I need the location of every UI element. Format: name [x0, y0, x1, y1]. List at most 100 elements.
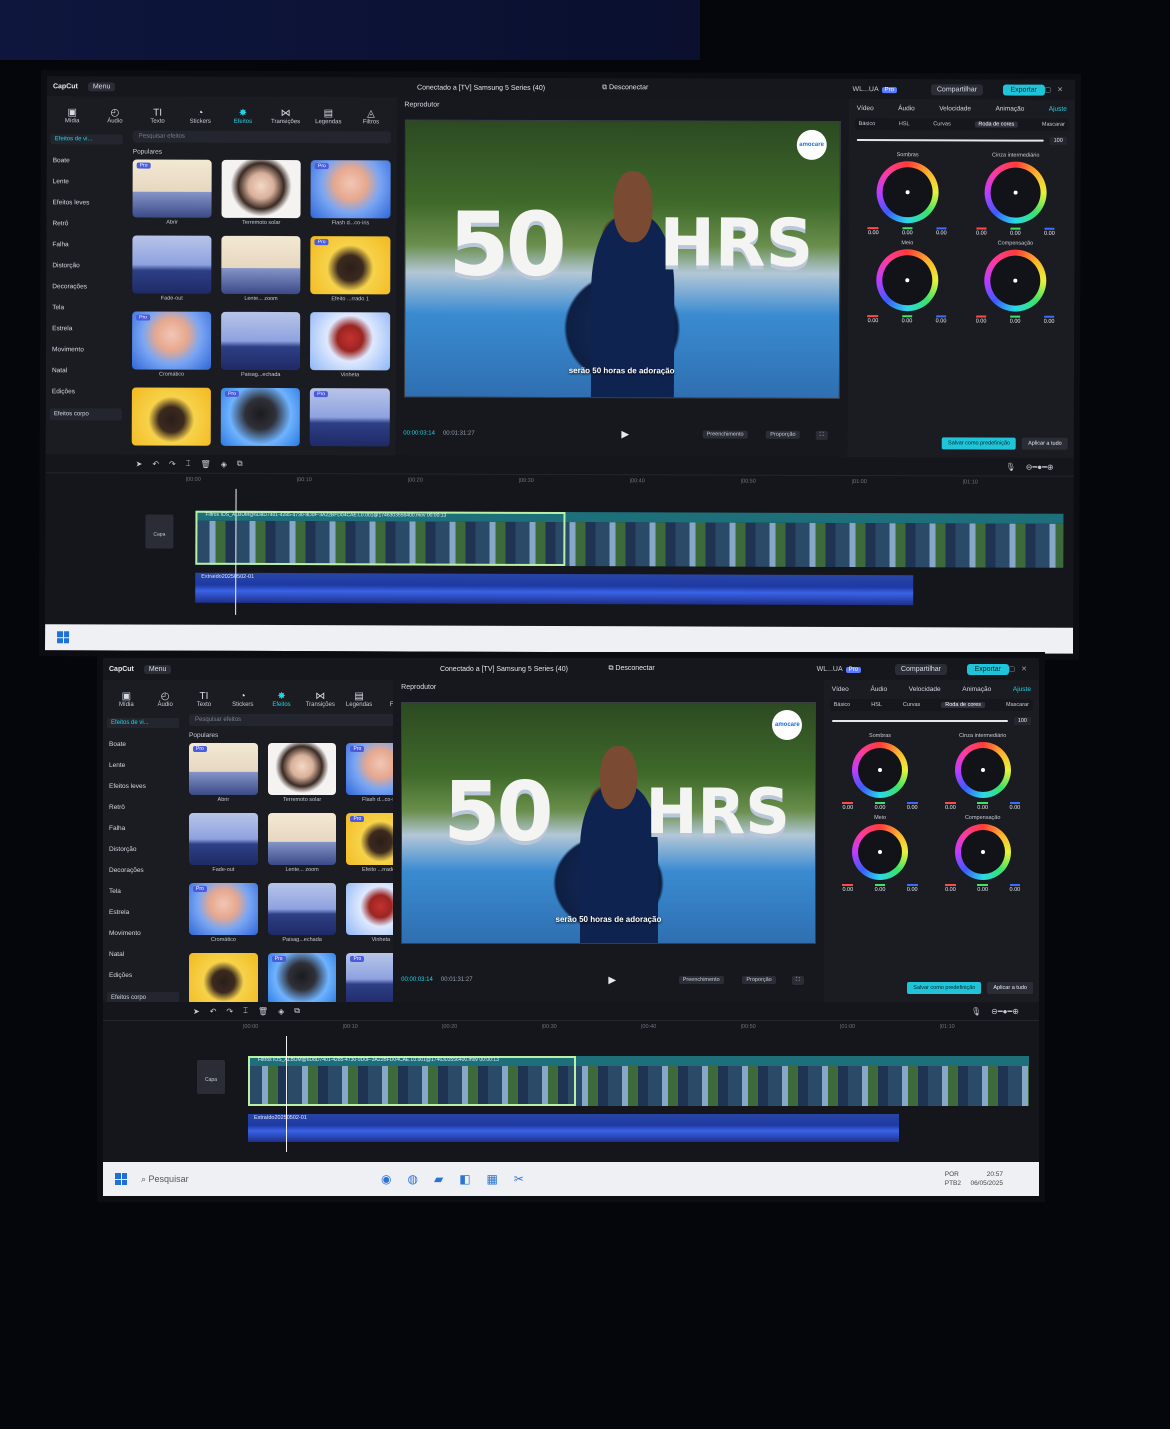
subtab-2[interactable]: Curvas	[903, 702, 920, 708]
wheel-value[interactable]: 0.00	[976, 227, 987, 237]
apply-all-button[interactable]: Aplicar a tudo	[1022, 437, 1068, 450]
tab-4[interactable]: Ajuste	[1013, 686, 1031, 693]
effect-card[interactable]: Terremoto solar	[221, 159, 302, 226]
wheel-value[interactable]: 0.00	[977, 802, 989, 811]
zoom-slider-icon[interactable]: ⊖━●━⊕	[1026, 462, 1054, 471]
color-wheel[interactable]	[876, 249, 939, 312]
share-button[interactable]: Compartilhar	[930, 83, 983, 95]
undo-icon[interactable]: ↶	[152, 459, 159, 468]
language-indicator[interactable]: POR PTB2	[945, 1170, 961, 1188]
effect-card[interactable]: Pro Cromático	[189, 883, 258, 943]
edge-icon[interactable]: ◍	[407, 1172, 417, 1186]
effect-card[interactable]: Lente... zoom	[267, 813, 337, 873]
effect-thumbnail[interactable]	[189, 813, 258, 865]
wheel-value[interactable]: 0.00	[1010, 227, 1021, 237]
subtab-1[interactable]: HSL	[871, 702, 882, 708]
wheel-handle[interactable]	[1013, 190, 1018, 195]
subtab-0[interactable]: Básico	[834, 702, 851, 708]
subtab-0[interactable]: Básico	[859, 121, 876, 127]
effect-thumbnail[interactable]	[267, 813, 337, 865]
user-account[interactable]: WL...UA Pro	[817, 666, 861, 673]
toolbar-legendas[interactable]: ▤ Legendas	[340, 691, 379, 708]
category-item[interactable]: Movimento	[46, 339, 126, 360]
color-wheel[interactable]	[984, 249, 1047, 312]
effects-search-input[interactable]: Pesquisar efeitos	[132, 130, 391, 144]
wheel-handle[interactable]	[905, 190, 910, 195]
subtab-4[interactable]: Mascarar	[1006, 702, 1029, 708]
effect-thumbnail[interactable]	[189, 953, 258, 1005]
effect-card[interactable]: Pro Cromático	[131, 311, 212, 378]
user-account[interactable]: WL...UA Pro	[853, 86, 897, 93]
split-icon[interactable]: ⌶	[243, 1006, 248, 1016]
category-dropdown[interactable]: Efeitos de vi...	[107, 718, 179, 728]
play-icon[interactable]: ▶	[621, 429, 629, 440]
category-item[interactable]: Natal	[46, 360, 126, 381]
toolbar-áudio[interactable]: ◴ Áudio	[146, 691, 185, 708]
category-item[interactable]: Retrô	[103, 797, 183, 818]
category-item[interactable]: Edições	[46, 381, 126, 402]
wheel-handle[interactable]	[980, 768, 985, 772]
effect-card[interactable]: Pro	[220, 387, 301, 448]
wheel-value[interactable]: 0.00	[842, 884, 854, 893]
wheel-value[interactable]: 0.00	[1009, 315, 1021, 325]
effect-thumbnail[interactable]	[131, 387, 212, 446]
zoom-slider-icon[interactable]: ⊖━●━⊕	[991, 1007, 1019, 1016]
wheel-handle[interactable]	[878, 768, 883, 772]
effect-thumbnail[interactable]	[132, 235, 212, 294]
effect-card[interactable]: Pro Flash d...co-íris	[310, 160, 391, 226]
body-effects-dropdown[interactable]: Efeitos corpo	[49, 408, 122, 421]
color-wheel[interactable]	[852, 824, 909, 880]
color-wheel[interactable]	[954, 824, 1011, 880]
category-item[interactable]: Falha	[46, 234, 126, 255]
wheel-value[interactable]: 0.00	[1044, 227, 1055, 237]
select-tool-icon[interactable]: ➤	[136, 459, 143, 468]
effect-thumbnail[interactable]	[221, 235, 301, 295]
tab-1[interactable]: Áudio	[870, 686, 887, 693]
category-item[interactable]: Estrela	[103, 902, 183, 923]
effect-thumbnail[interactable]	[221, 311, 301, 371]
wheel-value[interactable]: 0.00	[935, 315, 947, 325]
category-item[interactable]: Decorações	[46, 276, 126, 297]
wheel-value[interactable]: 0.00	[874, 802, 886, 811]
effect-card[interactable]: Pro Abrir	[189, 743, 258, 803]
tab-3[interactable]: Animação	[962, 686, 991, 693]
toolbar-stickers[interactable]: ◔ Stickers	[179, 108, 222, 125]
tab-3[interactable]: Animação	[995, 106, 1024, 113]
category-item[interactable]: Efeitos leves	[103, 776, 183, 797]
category-item[interactable]: Boate	[103, 734, 183, 755]
effect-card[interactable]: Paisag...echada	[221, 311, 301, 378]
window-controls[interactable]: –▢✕	[999, 665, 1033, 673]
timeline-ruler[interactable]: |00:00 |00:10 |00:20 |00:30 |00:40 |00:50 |01:…	[243, 1021, 1039, 1035]
toolbar-transições[interactable]: ⋈ Transições	[264, 108, 307, 125]
toolbar-stickers[interactable]: ◔ Stickers	[223, 691, 262, 708]
window-controls[interactable]: –▢✕	[1035, 86, 1069, 94]
effect-thumbnail[interactable]	[221, 159, 302, 219]
category-dropdown[interactable]: Efeitos de vi...	[50, 134, 123, 145]
color-wheel[interactable]	[954, 742, 1011, 798]
wheel-value[interactable]: 0.00	[842, 802, 854, 811]
toolbar-filtros[interactable]: ◬Filtros	[350, 108, 393, 125]
category-item[interactable]: Lente	[47, 171, 127, 192]
effect-card[interactable]: Terremoto solar	[267, 743, 337, 803]
slider-value[interactable]: 100	[1013, 717, 1031, 725]
windows-start-icon[interactable]	[115, 1173, 127, 1185]
wheel-value[interactable]: 0.00	[867, 227, 879, 237]
audio-track[interactable]	[248, 1114, 899, 1142]
timeline-ruler[interactable]: |00:00 |00:10 |00:20 |00:30 |00:40 |00:50 |01:…	[186, 474, 1074, 491]
slider-track[interactable]	[856, 139, 1044, 142]
delete-icon[interactable]: 🗑	[201, 459, 211, 468]
wheel-value[interactable]: 0.00	[867, 315, 879, 325]
select-tool-icon[interactable]: ➤	[193, 1007, 200, 1016]
mic-icon[interactable]: 🎙	[1006, 462, 1016, 471]
wheel-handle[interactable]	[878, 850, 883, 854]
split-icon[interactable]: ⌶	[186, 459, 191, 469]
toolbar-mídia[interactable]: ▣ Mídia	[51, 107, 94, 124]
slider-value[interactable]: 100	[1049, 136, 1067, 145]
cover-thumbnail[interactable]: Capa	[145, 514, 174, 549]
effect-card[interactable]: Vinheta	[310, 312, 390, 378]
wheel-value[interactable]: 0.00	[901, 227, 913, 237]
intensity-slider[interactable]: 100	[831, 717, 1031, 725]
wheel-handle[interactable]	[980, 850, 985, 854]
subtab-3[interactable]: Roda de cores	[974, 121, 1019, 128]
toolbar-texto[interactable]: TI Texto	[185, 691, 224, 708]
